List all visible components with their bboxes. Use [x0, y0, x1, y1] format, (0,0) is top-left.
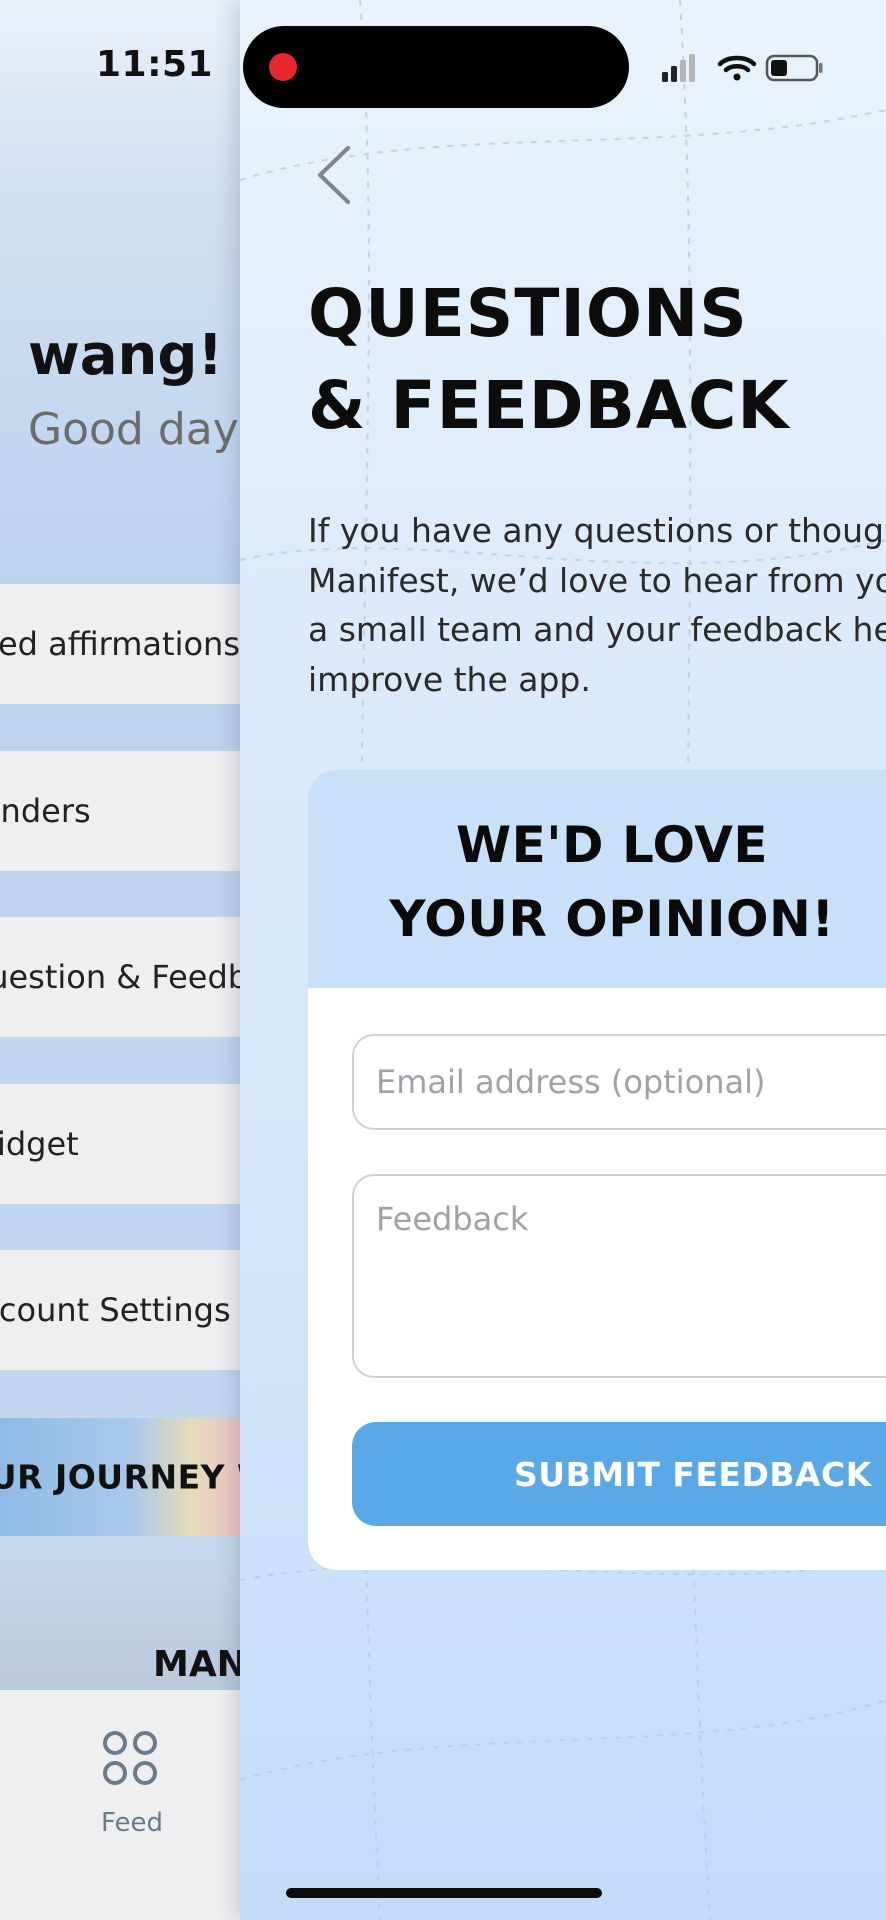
- menu-item-reminders[interactable]: Reminders: [0, 751, 240, 871]
- home-indicator[interactable]: [286, 1888, 602, 1898]
- description-line: a small team and your feedback helps us: [308, 610, 886, 649]
- menu-item-account-settings[interactable]: Account Settings: [0, 1250, 240, 1370]
- cellular-signal-icon: [662, 54, 695, 82]
- menu-screen: 11:51 wang! Good day! Saved affirmations…: [0, 0, 240, 1920]
- description-line: improve the app.: [308, 659, 591, 699]
- menu-item-label: Widget: [0, 1125, 79, 1163]
- battery-icon: [765, 54, 823, 82]
- back-button[interactable]: [312, 142, 362, 208]
- grid-icon[interactable]: [102, 1730, 158, 1786]
- status-icons: [662, 54, 823, 82]
- page-title: QUESTIONS & FEEDBACK: [308, 268, 790, 452]
- menu-item-question-feedback[interactable]: Question & Feedback: [0, 917, 240, 1037]
- wifi-icon: [717, 55, 757, 81]
- card-title-line2: YOUR OPINION!: [389, 890, 835, 948]
- journey-banner-label: YOUR JOURNEY W: [0, 1457, 240, 1497]
- description-line: Manifest, we’d love to hear from you. We…: [308, 560, 886, 600]
- page-title-line2: & FEEDBACK: [308, 367, 790, 444]
- menu-item-label: Question & Feedback: [0, 958, 240, 996]
- manifest-label: MANIFEST: [153, 1644, 240, 1685]
- email-field[interactable]: [352, 1034, 886, 1130]
- description-line: If you have any questions or thoughts ab…: [308, 511, 886, 550]
- feedback-screen: QUESTIONS & FEEDBACK If you have any que…: [240, 0, 886, 1920]
- recording-dot-icon: [269, 53, 297, 81]
- tab-bar: [0, 1690, 240, 1920]
- menu-item-label: Reminders: [0, 792, 91, 830]
- feedback-field[interactable]: [352, 1174, 886, 1378]
- feedback-card-title: WE'D LOVE YOUR OPINION!: [308, 808, 886, 956]
- chevron-left-icon: [318, 146, 350, 204]
- greeting-name: wang!: [28, 323, 224, 388]
- dynamic-island: [243, 26, 629, 108]
- journey-banner[interactable]: YOUR JOURNEY W: [0, 1418, 240, 1536]
- page-description: If you have any questions or thoughts ab…: [308, 506, 886, 704]
- card-title-line1: WE'D LOVE: [455, 816, 769, 874]
- feedback-card: WE'D LOVE YOUR OPINION! SUBMIT FEEDBACK: [308, 770, 886, 1570]
- page-title-line1: QUESTIONS: [308, 275, 748, 352]
- menu-item-widget[interactable]: Widget: [0, 1084, 240, 1204]
- menu-item-saved-affirmations[interactable]: Saved affirmations: [0, 584, 240, 704]
- status-time: 11:51: [96, 44, 214, 85]
- menu-item-label: Saved affirmations: [0, 625, 240, 663]
- submit-feedback-button[interactable]: SUBMIT FEEDBACK: [352, 1422, 886, 1526]
- menu-item-label: Account Settings: [0, 1291, 231, 1329]
- greeting-subtitle: Good day!: [28, 404, 240, 455]
- tab-feed-label[interactable]: Feed: [0, 1808, 240, 1838]
